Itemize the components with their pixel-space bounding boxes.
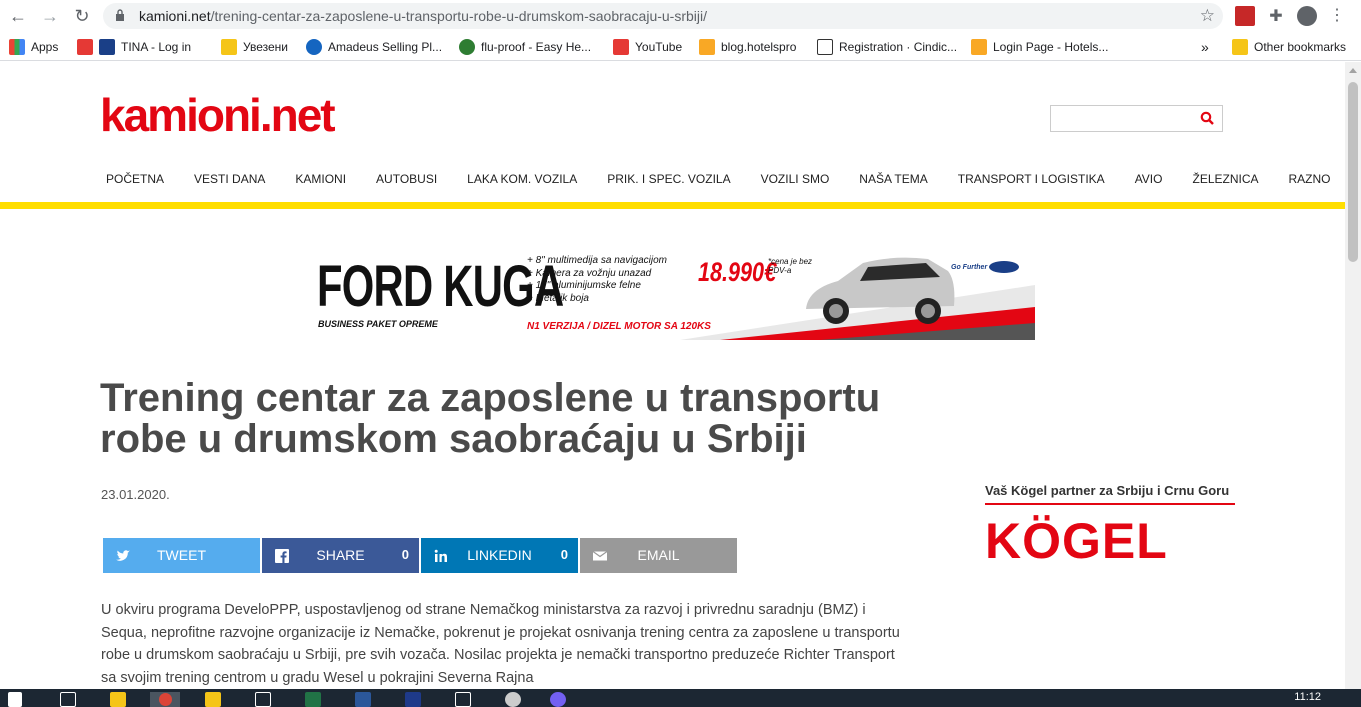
banner-price: 18.990€ bbox=[698, 257, 777, 287]
site-search-input[interactable] bbox=[1050, 105, 1223, 132]
linkedin-share-button[interactable]: LINKEDIN 0 bbox=[421, 538, 578, 573]
ford-suv-car-image bbox=[806, 257, 955, 324]
nav-pocetna[interactable]: POČETNA bbox=[96, 172, 164, 192]
book-icon bbox=[817, 39, 833, 55]
nav-nasa-tema[interactable]: NAŠA TEMA bbox=[849, 172, 927, 192]
extensions-puzzle-icon[interactable]: ✚ bbox=[1266, 6, 1286, 26]
taskbar-app-icon[interactable] bbox=[455, 692, 471, 707]
lock-icon bbox=[116, 9, 124, 21]
bookmark-star-icon[interactable]: ☆ bbox=[1200, 6, 1215, 26]
nav-vesti-dana[interactable]: VESTI DANA bbox=[184, 172, 265, 192]
file-explorer-icon[interactable] bbox=[205, 692, 221, 707]
taskbar-app-icon[interactable] bbox=[405, 692, 421, 707]
forward-arrow-icon[interactable]: → bbox=[38, 5, 62, 27]
pdf-extension-icon[interactable] bbox=[1235, 6, 1255, 26]
leaf-icon bbox=[459, 39, 475, 55]
nav-kamioni[interactable]: KAMIONI bbox=[285, 172, 346, 192]
article-title: Trening centar za zaposlene u transportu… bbox=[100, 376, 881, 461]
bookmark-amadeus[interactable]: Amadeus Selling Pl... bbox=[306, 38, 442, 56]
banner-subtitle: BUSINESS PAKET OPREME bbox=[318, 319, 438, 329]
main-navigation: POČETNA VESTI DANA KAMIONI AUTOBUSI LAKA… bbox=[96, 172, 1345, 192]
banner-feature: + 8" multimedija sa navigacijom bbox=[527, 255, 667, 266]
tweet-label: TWEET bbox=[157, 547, 206, 563]
banner-feature: + Kamera za vožnju unazad bbox=[527, 267, 652, 279]
article-body: U okviru programa DeveloPPP, uspostavlje… bbox=[101, 602, 900, 686]
article-date: 23.01.2020. bbox=[101, 487, 170, 502]
settings-gear-icon[interactable] bbox=[505, 692, 521, 707]
share-label: SHARE bbox=[316, 547, 365, 563]
page-content: kamioni.net POČETNA VESTI DANA KAMIONI A… bbox=[0, 62, 1345, 689]
amadeus-icon bbox=[306, 39, 322, 55]
ford-oval-logo-icon bbox=[989, 261, 1020, 273]
viber-icon[interactable] bbox=[550, 692, 566, 707]
bookmark-youtube[interactable]: YouTube bbox=[613, 38, 682, 56]
facebook-share-button[interactable]: SHARE 0 bbox=[262, 538, 419, 573]
bookmark-folder-uvezeni[interactable]: Увезени bbox=[221, 38, 288, 56]
youtube-icon bbox=[77, 39, 93, 55]
taskbar-app-icon[interactable] bbox=[255, 692, 271, 707]
nav-divider-bar bbox=[0, 202, 1345, 209]
banner-feature: + Metalik boja bbox=[527, 292, 589, 304]
linkedin-label: LINKEDIN bbox=[467, 547, 532, 563]
windows-start-icon[interactable] bbox=[8, 692, 22, 707]
page-scrollbar[interactable] bbox=[1345, 62, 1361, 689]
site-logo[interactable]: kamioni.net bbox=[100, 88, 336, 142]
profile-avatar-icon[interactable] bbox=[1297, 6, 1317, 26]
nav-autobusi[interactable]: AUTOBUSI bbox=[366, 172, 437, 192]
bookmark-registration[interactable]: Registration · Cindic... bbox=[817, 38, 957, 56]
back-arrow-icon[interactable]: ← bbox=[6, 5, 30, 27]
nav-laka-kom-vozila[interactable]: LAKA KOM. VOZILA bbox=[457, 172, 577, 192]
folder-icon bbox=[1232, 39, 1248, 55]
search-icon[interactable] bbox=[1200, 111, 1214, 125]
bookmark-apps[interactable]: Apps bbox=[9, 38, 58, 56]
taskbar-clock[interactable]: 11:12 bbox=[1294, 691, 1321, 703]
banner-engine: N1 VERZIJA / DIZEL MOTOR SA 120KS bbox=[527, 321, 711, 332]
banner-features: + 8" multimedija sa navigacijom + Kamera… bbox=[527, 255, 667, 305]
kogel-ad-divider bbox=[985, 503, 1235, 505]
bookmark-flu-proof[interactable]: flu-proof - Easy He... bbox=[459, 38, 591, 56]
banner-price-note: *cena je bez PDV-a bbox=[768, 257, 813, 275]
reload-icon[interactable]: ↻ bbox=[70, 5, 94, 27]
word-icon[interactable] bbox=[355, 692, 371, 707]
url-text: kamioni.net/trening-centar-za-zaposlene-… bbox=[139, 8, 708, 24]
chrome-taskbar-icon[interactable] bbox=[150, 692, 180, 707]
bookmark-other[interactable]: Other bookmarks bbox=[1232, 38, 1346, 56]
banner-tagline: Go Further bbox=[951, 261, 1020, 273]
kogel-ad-logo[interactable]: KÖGEL bbox=[985, 512, 1168, 570]
bookmark-login-page[interactable]: Login Page - Hotels... bbox=[971, 38, 1108, 56]
linkedin-count: 0 bbox=[560, 547, 568, 562]
bookmarks-bar: Apps TINA - Log in Увезени Amadeus Selli… bbox=[0, 33, 1361, 61]
excel-icon[interactable] bbox=[305, 692, 321, 707]
windows-taskbar: 11:12 bbox=[0, 689, 1361, 707]
scroll-up-arrow-icon[interactable] bbox=[1349, 68, 1357, 73]
browser-toolbar: ← → ↻ kamioni.net/trening-centar-za-zapo… bbox=[0, 0, 1361, 33]
youtube-icon bbox=[613, 39, 629, 55]
email-share-button[interactable]: EMAIL bbox=[580, 538, 737, 573]
bookmarks-overflow-chevron[interactable]: » bbox=[1201, 38, 1209, 56]
menu-kebab-icon[interactable]: ⋮ bbox=[1327, 6, 1347, 26]
ford-kuga-banner-ad[interactable]: FORD KUGA BUSINESS PAKET OPREME + 8" mul… bbox=[310, 245, 1035, 340]
banner-feature: + 17" aluminijumske felne bbox=[527, 280, 641, 291]
nav-transport-logistika[interactable]: TRANSPORT I LOGISTIKA bbox=[948, 172, 1105, 192]
hotelspro-icon bbox=[699, 39, 715, 55]
hotelspro-icon bbox=[971, 39, 987, 55]
nav-zeleznica[interactable]: ŽELEZNICA bbox=[1182, 172, 1258, 192]
nav-prik-spec-vozila[interactable]: PRIK. I SPEC. VOZILA bbox=[597, 172, 730, 192]
nav-vozili-smo[interactable]: VOZILI SMO bbox=[751, 172, 830, 192]
task-view-icon[interactable] bbox=[60, 692, 76, 707]
scrollbar-thumb[interactable] bbox=[1348, 82, 1358, 262]
email-label: EMAIL bbox=[637, 547, 680, 563]
share-count: 0 bbox=[401, 547, 409, 562]
bookmark-blog-hotelspro[interactable]: blog.hotelspro bbox=[699, 38, 796, 56]
taskbar-app-icon[interactable] bbox=[110, 692, 126, 707]
tweet-button[interactable]: TWEET bbox=[103, 538, 260, 573]
tina-icon bbox=[99, 39, 115, 55]
kogel-ad-tagline[interactable]: Vaš Kögel partner za Srbiju i Crnu Goru bbox=[985, 483, 1229, 498]
nav-avio[interactable]: AVIO bbox=[1125, 172, 1163, 192]
nav-razno[interactable]: RAZNO bbox=[1279, 172, 1331, 192]
bookmark-tina[interactable]: TINA - Log in bbox=[77, 38, 191, 56]
address-bar[interactable]: kamioni.net/trening-centar-za-zaposlene-… bbox=[103, 3, 1223, 29]
folder-icon bbox=[221, 39, 237, 55]
apps-grid-icon bbox=[9, 39, 25, 55]
